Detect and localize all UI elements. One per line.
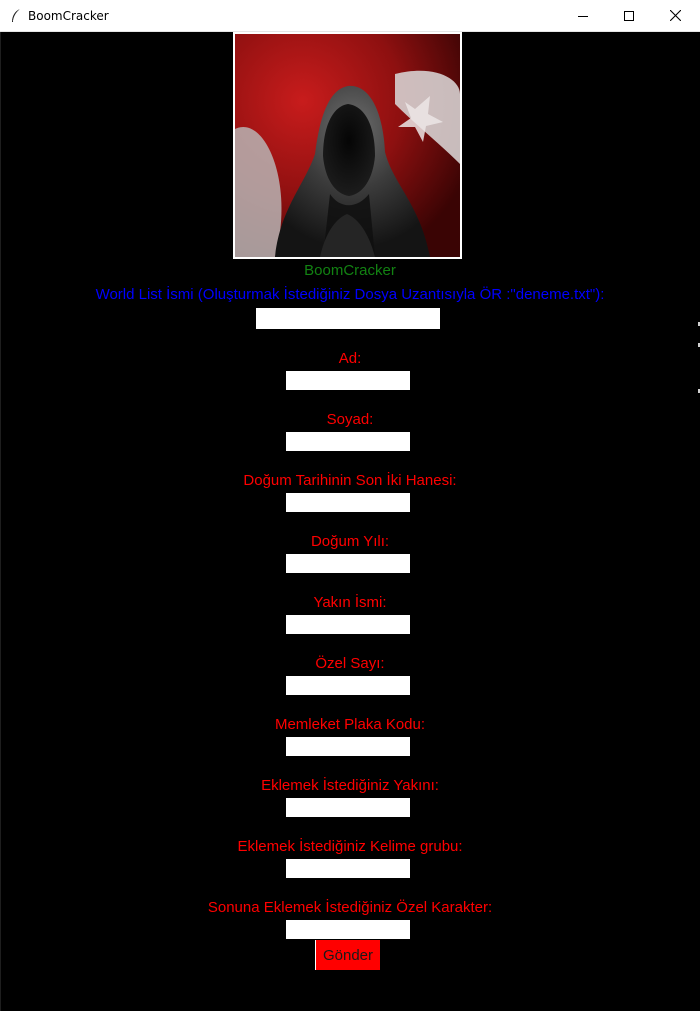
birth-date-last-two-digits-label: Doğum Tarihinin Son İki Hanesi: (243, 472, 457, 489)
hooded-figure-flag-image (233, 32, 462, 259)
app-name-label: BoomCracker (304, 262, 396, 279)
special-number-label: Özel Sayı: (315, 655, 385, 672)
wordlist-name-label: World List İsmi (Oluşturmak İstediğiniz … (95, 286, 605, 303)
last-name-label: Soyad: (326, 411, 374, 428)
maximize-icon (624, 10, 634, 21)
close-button[interactable] (652, 0, 698, 31)
birth-date-last-two-digits-input[interactable] (286, 493, 410, 512)
special-character-suffix-label: Sonuna Eklemek İstediğiniz Özel Karakter… (207, 899, 493, 916)
window-title: BoomCracker (28, 9, 109, 23)
word-group-label: Eklemek İstediğiniz Kelime grubu: (237, 838, 463, 855)
special-number-input[interactable] (286, 676, 410, 695)
add-relative-input[interactable] (286, 798, 410, 817)
hooded-figure-flag-picture (235, 34, 460, 257)
first-name-input[interactable] (286, 371, 410, 390)
window-border (0, 32, 1, 1011)
wordlist-name-input[interactable] (256, 308, 440, 329)
special-character-suffix-input[interactable] (286, 920, 410, 939)
feather-icon (12, 8, 21, 22)
birth-year-label: Doğum Yılı: (310, 533, 390, 550)
word-group-input[interactable] (286, 859, 410, 878)
minimize-icon (578, 15, 588, 17)
birth-year-input[interactable] (286, 554, 410, 573)
close-icon (669, 10, 681, 21)
add-relative-label: Eklemek İstediğiniz Yakını: (261, 777, 439, 794)
hometown-plate-code-label: Memleket Plaka Kodu: (274, 716, 426, 733)
hometown-plate-code-input[interactable] (286, 737, 410, 756)
last-name-input[interactable] (286, 432, 410, 451)
submit-button[interactable]: Gönder (315, 940, 380, 970)
first-name-label: Ad: (338, 350, 362, 367)
relative-name-input[interactable] (286, 615, 410, 634)
relative-name-label: Yakın İsmi: (313, 594, 387, 611)
minimize-button[interactable] (560, 0, 606, 31)
maximize-button[interactable] (606, 0, 652, 31)
title-bar: BoomCracker (0, 0, 700, 32)
